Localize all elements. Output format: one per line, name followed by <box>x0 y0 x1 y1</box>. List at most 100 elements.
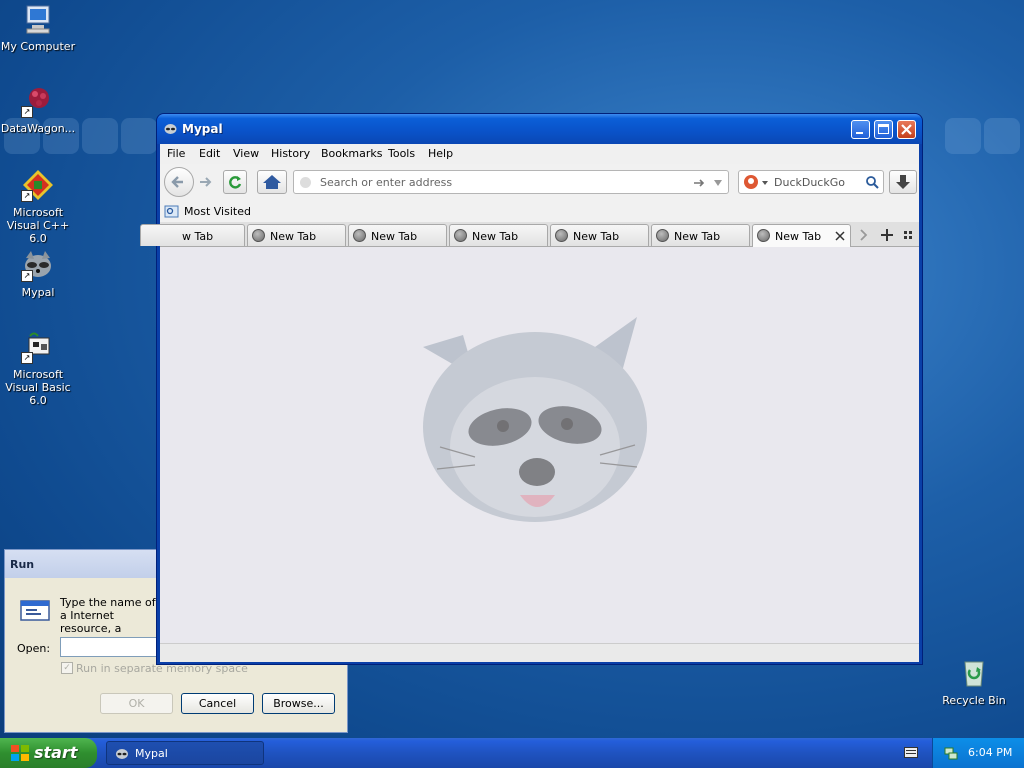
shortcut-arrow-icon: ↗ <box>21 270 33 282</box>
forward-button[interactable] <box>196 172 216 192</box>
globe-icon <box>353 229 366 242</box>
search-icon[interactable] <box>865 175 879 189</box>
globe-icon <box>757 229 770 242</box>
reload-button[interactable] <box>223 170 247 194</box>
bookmarks-toolbar: Most Visited <box>160 200 919 222</box>
visual-basic-icon: ↗ <box>21 330 55 364</box>
close-tab-icon[interactable] <box>835 231 845 241</box>
menu-file[interactable]: File <box>167 147 185 160</box>
scroll-tabs-right-button[interactable] <box>854 224 872 246</box>
taskbar-item-mypal[interactable]: Mypal <box>106 741 264 765</box>
address-bar[interactable]: Search or enter address <box>293 170 729 194</box>
shortcut-arrow-icon: ↗ <box>21 352 33 364</box>
ok-button[interactable]: OK <box>100 693 173 714</box>
keyboard-icon[interactable] <box>904 747 918 758</box>
tab-7-active[interactable]: New Tab <box>752 224 851 247</box>
tab-5[interactable]: New Tab <box>550 224 649 246</box>
taskbar-item-label: Mypal <box>135 747 168 760</box>
tab-4[interactable]: New Tab <box>449 224 548 246</box>
desktop-icon-mypal[interactable]: ↗ Mypal <box>0 248 76 299</box>
browse-button[interactable]: Browse... <box>262 693 335 714</box>
search-engine-name: DuckDuckGo <box>774 176 845 189</box>
dropdown-arrow-icon[interactable] <box>712 177 724 189</box>
taskbar: start Mypal 6:04 PM <box>0 738 1024 768</box>
mypal-raccoon-icon <box>116 749 128 759</box>
close-button[interactable] <box>897 120 916 139</box>
start-button[interactable]: start <box>0 738 97 768</box>
desktop-icon-visual-cpp[interactable]: ↗ Microsoft Visual C++ 6.0 <box>0 168 76 245</box>
home-icon <box>263 175 281 189</box>
mypal-raccoon-icon <box>163 121 178 136</box>
grid-icon <box>904 231 912 239</box>
shortcut-arrow-icon: ↗ <box>21 106 33 118</box>
menu-tools[interactable]: Tools <box>388 147 415 160</box>
address-placeholder: Search or enter address <box>320 176 453 189</box>
download-icon <box>896 175 910 189</box>
menu-view[interactable]: View <box>233 147 259 160</box>
all-tabs-button[interactable] <box>900 226 916 244</box>
menu-history[interactable]: History <box>271 147 310 160</box>
tab-label: New Tab <box>573 230 620 243</box>
visual-cpp-icon: ↗ <box>21 168 55 202</box>
tab-1-visible[interactable]: w Tab <box>178 224 245 246</box>
home-button[interactable] <box>257 170 287 194</box>
shortcut-arrow-icon: ↗ <box>21 190 33 202</box>
menu-bar: File Edit View History Bookmarks Tools H… <box>160 144 919 164</box>
maximize-button[interactable] <box>874 120 893 139</box>
globe-icon <box>656 229 669 242</box>
go-arrow-icon[interactable] <box>692 176 706 190</box>
desktop-icon-my-computer[interactable]: My Computer <box>0 2 76 53</box>
reload-icon <box>229 176 242 189</box>
plus-icon <box>881 229 893 241</box>
downloads-button[interactable] <box>889 170 917 194</box>
most-visited-label: Most Visited <box>184 205 251 218</box>
recycle-bin-icon <box>957 656 991 690</box>
back-button[interactable] <box>164 167 194 197</box>
menu-bookmarks[interactable]: Bookmarks <box>321 147 382 160</box>
browser-client-area: File Edit View History Bookmarks Tools H… <box>140 144 919 662</box>
desktop-icon-label: DataWagon... <box>0 122 76 135</box>
bookmark-folder-icon <box>164 205 179 218</box>
desktop-icon-recycle-bin[interactable]: Recycle Bin <box>936 656 1012 707</box>
globe-icon <box>252 229 265 242</box>
globe-icon <box>454 229 467 242</box>
new-tab-button[interactable] <box>878 226 896 244</box>
desktop-icon-label: Mypal <box>21 286 55 299</box>
cancel-button[interactable]: Cancel <box>181 693 254 714</box>
tab-3[interactable]: New Tab <box>348 224 447 246</box>
status-bar <box>160 643 919 662</box>
back-arrow-icon <box>171 176 183 188</box>
desktop-icon-datawagon[interactable]: ↗ DataWagon... <box>0 84 76 135</box>
clock[interactable]: 6:04 PM <box>968 746 1012 759</box>
windows-logo-icon <box>11 745 29 761</box>
tab-6[interactable]: New Tab <box>651 224 750 246</box>
tab-2[interactable]: New Tab <box>247 224 346 246</box>
menu-edit[interactable]: Edit <box>199 147 220 160</box>
tab-label: New Tab <box>270 230 317 243</box>
most-visited-bookmark[interactable]: Most Visited <box>164 202 254 220</box>
search-bar[interactable]: DuckDuckGo <box>738 170 884 194</box>
minimize-button[interactable] <box>851 120 870 139</box>
window-titlebar[interactable]: Mypal <box>157 114 922 144</box>
chevron-right-icon <box>860 229 868 241</box>
memory-space-checkbox[interactable]: ✓ <box>61 662 73 674</box>
tab-label: New Tab <box>472 230 519 243</box>
desktop-icon-label: Recycle Bin <box>942 694 1006 707</box>
desktop-icon-label: Microsoft Visual Basic 6.0 <box>5 368 71 407</box>
run-description: Type the name of a Internet resource, a <box>60 596 156 635</box>
tab-strip: w Tab New Tab New Tab New Tab New Tab Ne… <box>140 222 919 247</box>
window-title: Mypal <box>182 122 223 136</box>
network-icon[interactable] <box>943 745 959 761</box>
datawagon-icon: ↗ <box>21 84 55 118</box>
system-tray: 6:04 PM <box>932 738 1024 768</box>
desktop-icon-label: Microsoft Visual C++ 6.0 <box>6 206 70 245</box>
duckduckgo-icon <box>744 175 758 189</box>
menu-help[interactable]: Help <box>428 147 453 160</box>
mypal-raccoon-watermark-logo <box>415 307 650 537</box>
tab-label: New Tab <box>674 230 721 243</box>
mypal-raccoon-icon: ↗ <box>21 248 55 282</box>
desktop-icon-visual-basic[interactable]: ↗ Microsoft Visual Basic 6.0 <box>0 330 76 407</box>
mypal-window: Mypal File Edit View History Bookmarks T… <box>140 114 922 664</box>
close-icon <box>901 124 912 135</box>
navigation-toolbar: Search or enter address DuckDuckGo <box>160 164 919 200</box>
